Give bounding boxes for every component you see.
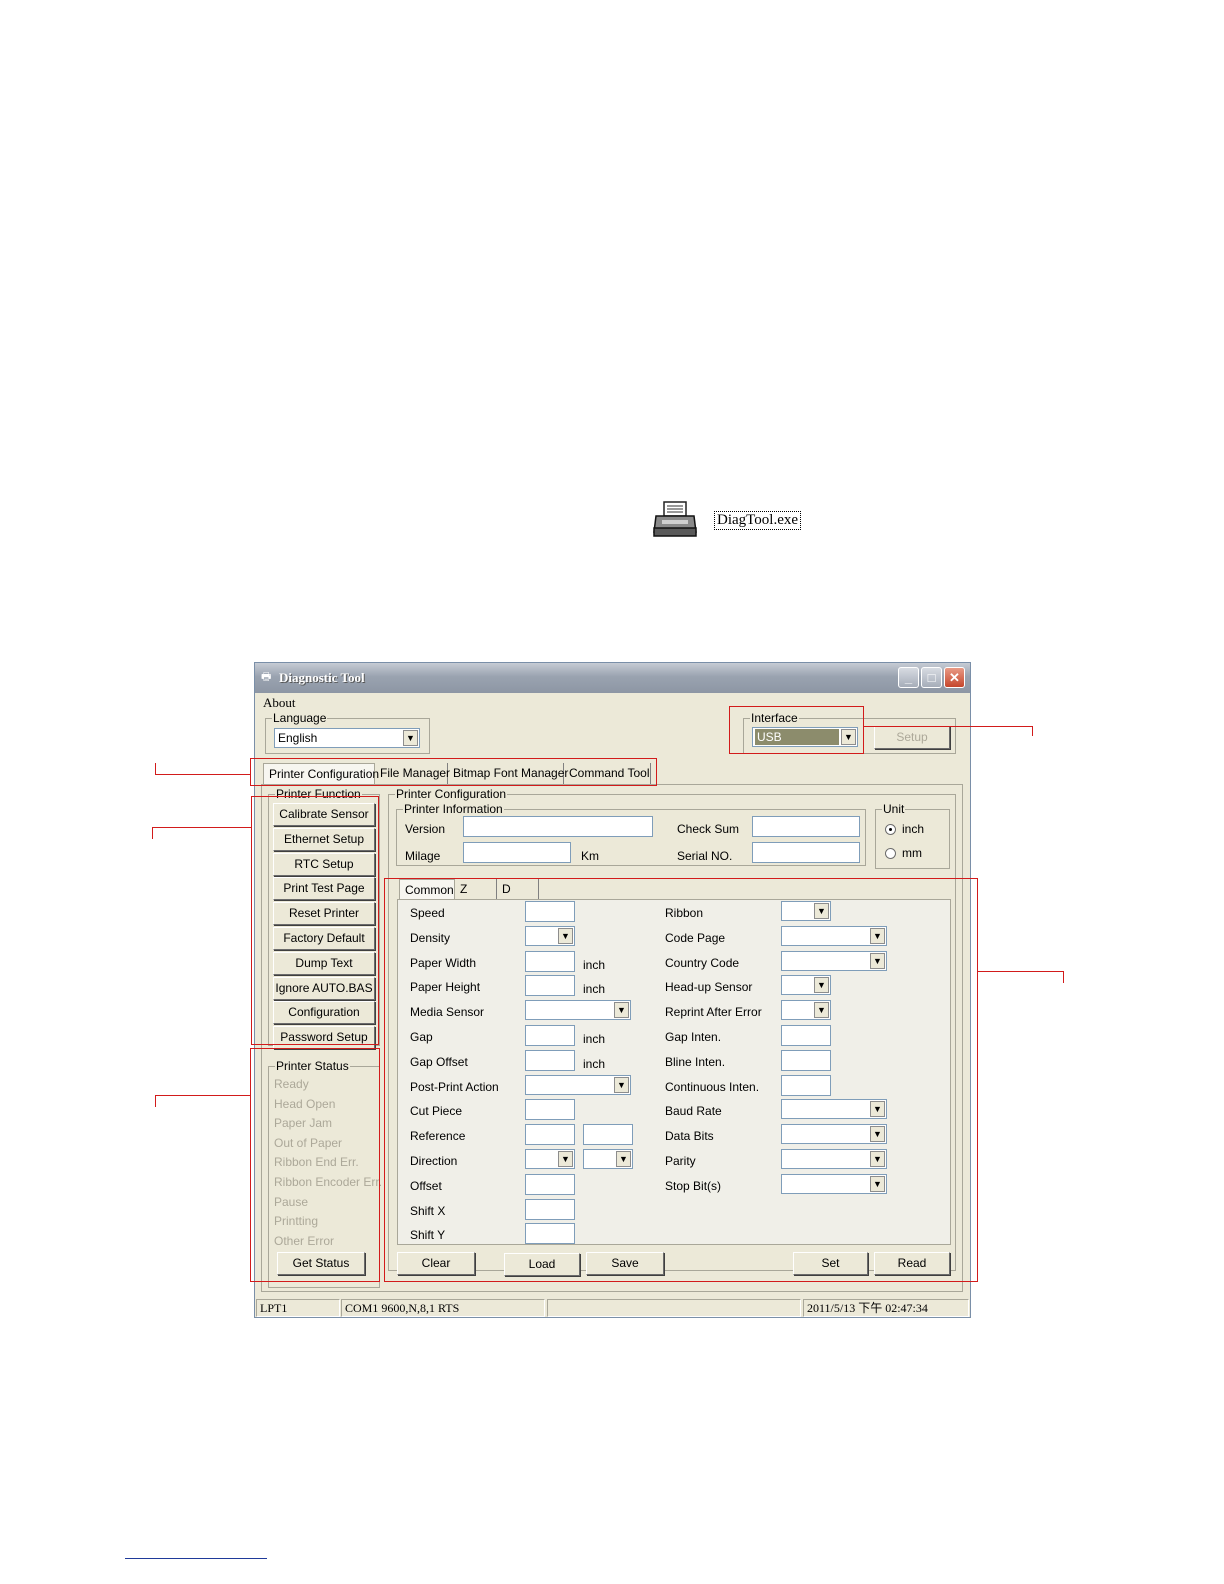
- close-button[interactable]: ✕: [944, 667, 965, 688]
- language-value: English: [278, 731, 318, 745]
- unit-mm-radio[interactable]: [885, 848, 896, 859]
- menu-about[interactable]: About: [263, 695, 296, 711]
- language-group: Language English ▼: [265, 711, 430, 754]
- close-icon: ✕: [949, 670, 960, 685]
- statusbar-empty: [547, 1299, 801, 1317]
- callout-tick-tabs: [155, 763, 156, 775]
- printer-icon: [653, 501, 697, 537]
- unit-inch-label: inch: [902, 822, 925, 836]
- milage-field[interactable]: [463, 842, 571, 863]
- annotation-box-interface: [729, 706, 864, 754]
- callout-line-printer-function: [152, 827, 251, 828]
- callout-line-tabs: [155, 774, 250, 775]
- checksum-field[interactable]: [752, 816, 860, 837]
- callout-tick-printer-function: [152, 827, 153, 839]
- annotation-box-tabs: [250, 758, 657, 786]
- minimize-button[interactable]: _: [898, 667, 919, 688]
- desktop-icon-label: DiagTool.exe: [714, 511, 802, 530]
- unit-label: Unit: [882, 802, 906, 816]
- statusbar-datetime: 2011/5/13 下午 02:47:34: [803, 1299, 969, 1317]
- milage-label: Milage: [405, 849, 441, 863]
- callout-tick-printer-setup: [1063, 971, 1064, 983]
- minimize-icon: _: [904, 670, 913, 685]
- callout-line-printer-status: [155, 1095, 250, 1096]
- version-field[interactable]: [463, 816, 653, 837]
- km-label: Km: [581, 849, 599, 863]
- maximize-icon: □: [927, 670, 936, 685]
- setup-button[interactable]: Setup: [874, 726, 950, 749]
- statusbar-com: COM1 9600,N,8,1 RTS: [341, 1299, 545, 1317]
- annotation-box-printer-setup: [384, 878, 978, 1282]
- annotation-box-printer-status: [250, 1048, 380, 1282]
- callout-tick-printer-status: [155, 1095, 156, 1107]
- statusbar-lpt: LPT1: [256, 1299, 340, 1317]
- checksum-label: Check Sum: [677, 822, 740, 836]
- callout-line-printer-setup: [978, 971, 1063, 972]
- language-label: Language: [272, 711, 328, 725]
- unit-group: Unit: [875, 802, 950, 869]
- printer-configuration-label: Printer Configuration: [395, 787, 508, 801]
- chevron-down-icon: ▼: [403, 730, 418, 746]
- serial-field[interactable]: [752, 842, 860, 863]
- serial-label: Serial NO.: [677, 849, 733, 863]
- printer-information-label: Printer Information: [403, 802, 504, 816]
- callout-line-interface: [864, 726, 1032, 727]
- annotation-box-printer-function: [251, 796, 379, 1045]
- app-printer-icon: 🖶: [261, 671, 272, 683]
- unit-mm-label: mm: [902, 846, 922, 860]
- diagtool-desktop-icon[interactable]: DiagTool.exe: [652, 500, 812, 542]
- version-label: Version: [405, 822, 446, 836]
- callout-tick-interface: [1032, 726, 1033, 736]
- maximize-button[interactable]: □: [921, 667, 942, 688]
- window-title: Diagnostic Tool: [279, 670, 365, 685]
- language-select[interactable]: English ▼: [274, 728, 420, 748]
- unit-inch-radio[interactable]: [885, 824, 896, 835]
- footnote-rule: [125, 1558, 267, 1559]
- title-bar[interactable]: 🖶 Diagnostic Tool _ □ ✕: [255, 663, 970, 693]
